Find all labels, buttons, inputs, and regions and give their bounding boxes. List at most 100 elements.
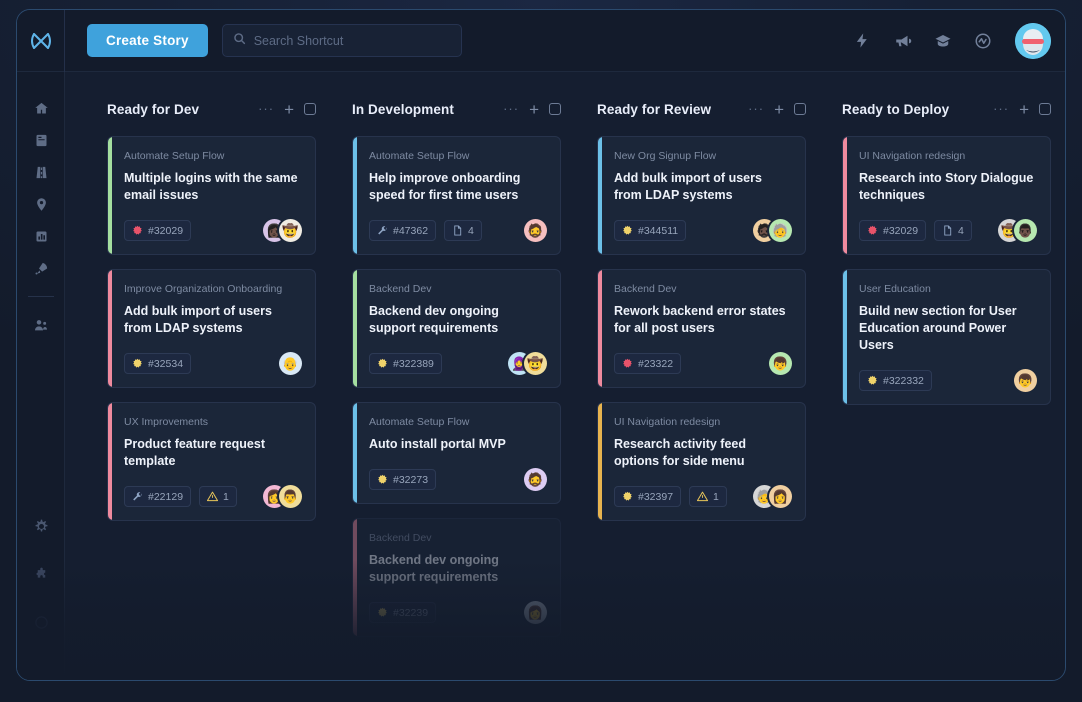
card-badges: #322332: [859, 370, 932, 391]
card-title: Research into Story Dialogue techniques: [859, 171, 1034, 202]
story-card[interactable]: Backend Dev Backend dev ongoing support r…: [352, 269, 561, 388]
story-card[interactable]: User Education Build new section for User…: [842, 269, 1051, 405]
user-avatar[interactable]: [1015, 22, 1051, 59]
avatar[interactable]: 🤠: [524, 352, 547, 375]
column-add-icon[interactable]: +: [774, 101, 784, 118]
top-bar: Create Story: [17, 10, 1065, 72]
kanban-board: Ready for Dev ··· + Automate Setup Flow Mult…: [65, 72, 1065, 680]
avatar-glyph: 🧔: [527, 472, 544, 487]
column-actions: ··· +: [503, 101, 561, 118]
card-badge[interactable]: #32029: [859, 220, 927, 241]
card-badge[interactable]: #32534: [124, 353, 192, 374]
location-pin-icon[interactable]: [17, 188, 65, 220]
card-badge[interactable]: 4: [934, 220, 972, 241]
help-circle-icon[interactable]: [17, 606, 65, 638]
story-card[interactable]: Improve Organization Onboarding Add bulk …: [107, 269, 316, 388]
card-epic-label: UI Navigation redesign: [614, 416, 721, 428]
card-badge[interactable]: 1: [199, 486, 237, 507]
avatar[interactable]: 👨🏿: [1014, 219, 1037, 242]
bug-icon: [132, 225, 143, 236]
column-add-icon[interactable]: +: [1019, 101, 1029, 118]
create-story-button[interactable]: Create Story: [87, 24, 208, 57]
story-card[interactable]: Backend Dev Rework backend error states f…: [597, 269, 806, 388]
lightning-icon[interactable]: [853, 31, 872, 50]
search-input[interactable]: [253, 33, 451, 48]
graduation-cap-icon[interactable]: [933, 31, 952, 50]
column-select-checkbox[interactable]: [304, 103, 316, 115]
card-footer: #23322 👦: [614, 352, 792, 375]
column-more-icon[interactable]: ···: [748, 102, 764, 115]
gear-icon[interactable]: [17, 510, 65, 542]
column-more-icon[interactable]: ···: [993, 102, 1009, 115]
avatar[interactable]: 👦: [1014, 369, 1037, 392]
card-badge[interactable]: #23322: [614, 353, 682, 374]
card-badge-text: #32397: [638, 490, 674, 503]
column-title: In Development: [352, 101, 454, 117]
story-card[interactable]: Automate Setup Flow Multiple logins with …: [107, 136, 316, 255]
story-card[interactable]: UI Navigation redesign Research activity …: [597, 402, 806, 521]
avatar[interactable]: 👴: [279, 352, 302, 375]
avatar[interactable]: 🧔: [524, 219, 547, 242]
story-card[interactable]: Backend Dev Backend dev ongoing support r…: [352, 518, 561, 637]
story-card[interactable]: UI Navigation redesign Research into Stor…: [842, 136, 1051, 255]
road-icon[interactable]: [17, 156, 65, 188]
chart-icon[interactable]: [17, 220, 65, 252]
story-card[interactable]: UX Improvements Product feature request t…: [107, 402, 316, 521]
column-actions: ··· +: [258, 101, 316, 118]
card-badge[interactable]: 4: [444, 220, 482, 241]
logo-cell[interactable]: [17, 10, 65, 72]
card-badge[interactable]: #322389: [369, 353, 442, 374]
card-badge-text: #47362: [393, 224, 429, 237]
column-select-checkbox[interactable]: [1039, 103, 1051, 115]
board-column: In Development ··· + Automate Setup Flow Hel…: [352, 98, 561, 680]
card-epic-label: Automate Setup Flow: [369, 416, 470, 428]
column-header: Ready for Review ··· +: [597, 98, 806, 120]
card-badge[interactable]: #47362: [369, 220, 437, 241]
column-select-checkbox[interactable]: [549, 103, 561, 115]
rocket-icon[interactable]: [17, 252, 65, 284]
column-title: Ready to Deploy: [842, 101, 950, 117]
column-title: Ready for Review: [597, 101, 712, 117]
card-badge-text: #32029: [883, 224, 919, 237]
home-icon[interactable]: [17, 92, 65, 124]
avatar[interactable]: 👦: [769, 352, 792, 375]
card-badge[interactable]: #322332: [859, 370, 932, 391]
card-assignees: 🧔: [524, 219, 547, 242]
column-more-icon[interactable]: ···: [258, 102, 274, 115]
avatar[interactable]: 👨: [279, 485, 302, 508]
card-badge[interactable]: #32273: [369, 469, 437, 490]
card-badge[interactable]: 1: [689, 486, 727, 507]
avatar[interactable]: 🧔: [524, 468, 547, 491]
avatar-glyph: 👦: [772, 356, 789, 371]
column-more-icon[interactable]: ···: [503, 102, 519, 115]
book-icon[interactable]: [17, 124, 65, 156]
story-card[interactable]: New Org Signup Flow Add bulk import of us…: [597, 136, 806, 255]
column-add-icon[interactable]: +: [529, 101, 539, 118]
story-card[interactable]: Automate Setup Flow Auto install portal M…: [352, 402, 561, 504]
column-add-icon[interactable]: +: [284, 101, 294, 118]
card-title: Rework backend error states for all post…: [614, 304, 786, 335]
megaphone-icon[interactable]: [893, 31, 912, 50]
avatar[interactable]: 🧓: [769, 219, 792, 242]
card-title: Product feature request template: [124, 437, 266, 468]
card-badge[interactable]: #32397: [614, 486, 682, 507]
card-badge[interactable]: #32239: [369, 602, 437, 623]
avatar-glyph: 👨: [282, 489, 299, 504]
avatar[interactable]: 👩: [769, 485, 792, 508]
avatar[interactable]: 🤠: [279, 219, 302, 242]
card-badge[interactable]: #344511: [614, 220, 687, 241]
card-badge-text: #32239: [393, 606, 429, 619]
puzzle-icon[interactable]: [17, 558, 65, 590]
card-badge[interactable]: #22129: [124, 486, 192, 507]
card-badge[interactable]: #32029: [124, 220, 192, 241]
card-epic-label: Automate Setup Flow: [369, 150, 470, 162]
story-card[interactable]: Automate Setup Flow Help improve onboardi…: [352, 136, 561, 255]
card-assignees: 👩 👨: [263, 485, 302, 508]
search-box[interactable]: [221, 24, 462, 57]
avatar[interactable]: 👩: [524, 601, 547, 624]
column-select-checkbox[interactable]: [794, 103, 806, 115]
card-badge-text: #322389: [393, 357, 434, 370]
card-badge-text: #22129: [148, 490, 184, 503]
people-icon[interactable]: [17, 309, 65, 341]
activity-pulse-icon[interactable]: [973, 31, 992, 50]
